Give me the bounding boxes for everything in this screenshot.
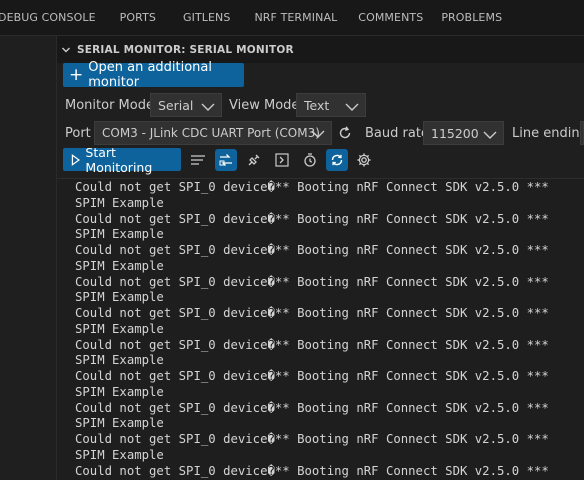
output-line: SPIM Example (75, 447, 164, 462)
view-mode-label: View Mode (229, 98, 300, 113)
line-ending-label: Line ending (512, 126, 584, 141)
start-monitoring-button[interactable]: Start Monitoring (63, 145, 181, 175)
view-mode-value: Text (304, 97, 330, 113)
wrap-icon (191, 155, 205, 165)
tab-problems[interactable]: PROBLEMS (433, 0, 512, 36)
terminal-icon (275, 153, 289, 167)
chevron-down-icon (311, 128, 325, 142)
swap-icon (219, 154, 232, 166)
output-line: SPIM Example (75, 384, 164, 399)
output-line: SPIM Example (75, 416, 164, 431)
line-wrap-button[interactable] (187, 149, 209, 171)
toggle-hex-button[interactable] (215, 149, 237, 171)
panel-tab-bar: DEBUG CONSOLE PORTS GITLENS NRF TERMINAL… (0, 0, 584, 36)
chevron-down-icon (345, 100, 359, 115)
output-line: SPIM Example (75, 195, 164, 210)
monitor-mode-select[interactable]: Serial (150, 93, 222, 117)
baud-rate-value: 115200 (431, 125, 479, 141)
output-line: SPIM Example (75, 290, 164, 305)
output-line: SPIM Example (75, 227, 164, 242)
output-line: SPIM Example (75, 258, 164, 273)
chevron-down-icon (61, 45, 75, 55)
output-line: SPIM Example (75, 353, 164, 368)
tab-nrf-terminal[interactable]: NRF TERMINAL (240, 0, 347, 36)
output-line: SPIM Example (75, 321, 164, 336)
baud-rate-select[interactable]: 115200 (423, 121, 504, 145)
serial-monitor-section-header[interactable]: SERIAL MONITOR: SERIAL MONITOR (57, 36, 584, 63)
view-mode-select[interactable]: Text (296, 93, 366, 117)
settings-button[interactable] (353, 149, 375, 171)
tab-gitlens[interactable]: GITLENS (166, 0, 240, 36)
plus-icon: + (69, 64, 84, 85)
output-line: Could not get SPI_0 device�** Booting nR… (75, 369, 549, 383)
open-monitor-label: Open an additional monitor (88, 60, 213, 90)
chevron-down-icon (201, 100, 215, 115)
tab-debug-console[interactable]: DEBUG CONSOLE (0, 0, 106, 36)
start-monitoring-label: Start Monitoring (85, 144, 153, 175)
output-line: Could not get SPI_0 device�** Booting nR… (75, 432, 549, 446)
open-additional-monitor-button[interactable]: + Open an additional monitor (63, 60, 244, 90)
output-line: Could not get SPI_0 device�** Booting nR… (75, 463, 549, 478)
gear-icon (357, 153, 371, 167)
baud-rate-label: Baud rate (365, 126, 429, 141)
tab-ports[interactable]: PORTS (106, 0, 166, 36)
port-label: Port (65, 126, 91, 141)
port-value: COM3 - JLink CDC UART Port (COM3) (102, 126, 320, 140)
play-icon (71, 153, 81, 166)
plug-icon (248, 154, 260, 166)
port-select[interactable]: COM3 - JLink CDC UART Port (COM3) (94, 121, 332, 145)
autoscroll-button[interactable] (326, 149, 348, 171)
output-line: Could not get SPI_0 device�** Booting nR… (75, 211, 549, 226)
autoscroll-icon (331, 154, 343, 166)
output-line: Could not get SPI_0 device�** Booting nR… (75, 400, 549, 415)
left-gutter (0, 36, 57, 480)
output-line: Could not get SPI_0 device�** Booting nR… (75, 306, 549, 320)
timestamp-icon (304, 153, 316, 167)
chevron-down-icon (483, 128, 497, 143)
line-ending-select[interactable] (580, 121, 584, 145)
output-line: Could not get SPI_0 device�** Booting nR… (75, 243, 549, 257)
section-title: SERIAL MONITOR: SERIAL MONITOR (77, 43, 294, 56)
output-line: Could not get SPI_0 device�** Booting nR… (75, 180, 549, 194)
monitor-mode-label: Monitor Mode (65, 98, 154, 113)
tab-comments[interactable]: COMMENTS (347, 0, 433, 36)
output-line: Could not get SPI_0 device�** Booting nR… (75, 274, 549, 289)
monitor-mode-value: Serial (158, 97, 194, 113)
refresh-icon (339, 126, 351, 139)
serial-output[interactable]: Could not get SPI_0 device�** Booting nR… (57, 179, 584, 480)
timestamp-button[interactable] (299, 149, 321, 171)
open-terminal-button[interactable] (271, 149, 293, 171)
refresh-ports-button[interactable] (334, 122, 356, 144)
output-line: Could not get SPI_0 device�** Booting nR… (75, 337, 549, 352)
connect-button[interactable] (243, 149, 265, 171)
